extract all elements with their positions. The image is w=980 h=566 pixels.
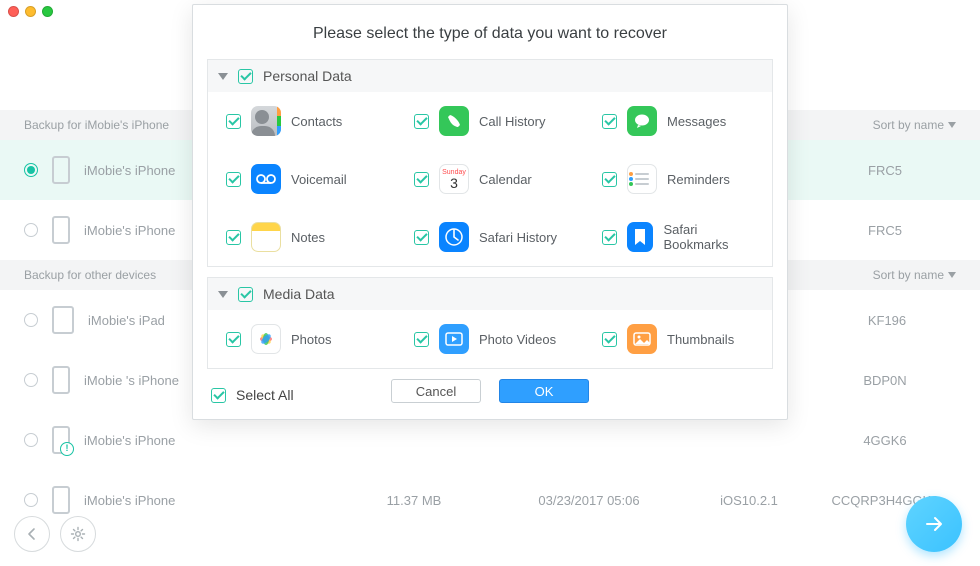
- item-photos[interactable]: Photos: [208, 310, 396, 368]
- settings-button[interactable]: [60, 516, 96, 552]
- zoom-window-button[interactable]: [42, 6, 53, 17]
- item-checkbox[interactable]: [226, 114, 241, 129]
- reminders-icon: [627, 164, 657, 194]
- next-button[interactable]: [906, 496, 962, 552]
- category-header-media[interactable]: Media Data: [208, 278, 772, 310]
- radio-button[interactable]: [24, 223, 38, 237]
- backup-serial: FRC5: [814, 163, 956, 178]
- item-label: Photos: [291, 332, 331, 347]
- item-safari-bookmarks[interactable]: Safari Bookmarks: [584, 208, 772, 266]
- item-thumbnails[interactable]: Thumbnails: [584, 310, 772, 368]
- backup-serial: KF196: [818, 313, 956, 328]
- notes-icon: [251, 222, 281, 252]
- item-label: Safari Bookmarks: [663, 222, 754, 252]
- item-checkbox[interactable]: [414, 332, 429, 347]
- item-label: Voicemail: [291, 172, 347, 187]
- item-checkbox[interactable]: [602, 114, 617, 129]
- device-icon: [52, 216, 70, 244]
- backup-size: 11.37 MB: [334, 493, 494, 508]
- item-checkbox[interactable]: [602, 332, 617, 347]
- close-window-button[interactable]: [8, 6, 19, 17]
- select-all-checkbox[interactable]: Select All: [211, 387, 294, 403]
- category-personal: Personal Data Contacts Call History Mess…: [207, 59, 773, 267]
- backup-serial: 4GGK6: [814, 433, 956, 448]
- item-checkbox[interactable]: [226, 332, 241, 347]
- data-type-select-modal: Please select the type of data you want …: [192, 4, 788, 420]
- radio-button[interactable]: [24, 493, 38, 507]
- item-label: Contacts: [291, 114, 342, 129]
- thumbnails-icon: [627, 324, 657, 354]
- item-notes[interactable]: Notes: [208, 208, 396, 266]
- messages-icon: [627, 106, 657, 136]
- sort-dropdown[interactable]: Sort by name: [873, 118, 956, 132]
- photo-videos-icon: [439, 324, 469, 354]
- radio-button[interactable]: [24, 433, 38, 447]
- item-label: Photo Videos: [479, 332, 556, 347]
- item-call-history[interactable]: Call History: [396, 92, 584, 150]
- item-reminders[interactable]: Reminders: [584, 150, 772, 208]
- cancel-button[interactable]: Cancel: [391, 379, 481, 403]
- radio-button[interactable]: [24, 163, 38, 177]
- item-label: Call History: [479, 114, 545, 129]
- category-media: Media Data Photos Photo Videos Thumbnail…: [207, 277, 773, 369]
- item-label: Calendar: [479, 172, 532, 187]
- sort-dropdown[interactable]: Sort by name: [873, 268, 956, 282]
- check-icon: [211, 388, 226, 403]
- radio-button[interactable]: [24, 313, 38, 327]
- item-label: Thumbnails: [667, 332, 734, 347]
- contacts-icon: [251, 106, 281, 136]
- phone-icon: [439, 106, 469, 136]
- item-calendar[interactable]: Sunday3 Calendar: [396, 150, 584, 208]
- modal-title: Please select the type of data you want …: [193, 5, 787, 59]
- bookmark-icon: [627, 222, 653, 252]
- radio-button[interactable]: [24, 373, 38, 387]
- backup-serial: BDP0N: [814, 373, 956, 388]
- device-icon: [52, 426, 70, 454]
- item-checkbox[interactable]: [414, 172, 429, 187]
- category-title: Media Data: [263, 286, 335, 302]
- ok-button[interactable]: OK: [499, 379, 589, 403]
- device-icon: [52, 306, 74, 334]
- category-header-personal[interactable]: Personal Data: [208, 60, 772, 92]
- item-checkbox[interactable]: [602, 172, 617, 187]
- section-title: Backup for iMobie's iPhone: [24, 118, 169, 132]
- item-checkbox[interactable]: [414, 230, 429, 245]
- select-all-label: Select All: [236, 387, 294, 403]
- device-icon: [52, 156, 70, 184]
- category-checkbox[interactable]: [238, 287, 253, 302]
- item-checkbox[interactable]: [226, 230, 241, 245]
- item-checkbox[interactable]: [226, 172, 241, 187]
- item-label: Notes: [291, 230, 325, 245]
- item-messages[interactable]: Messages: [584, 92, 772, 150]
- item-contacts[interactable]: Contacts: [208, 92, 396, 150]
- back-button[interactable]: [14, 516, 50, 552]
- item-label: Reminders: [667, 172, 730, 187]
- backup-date: 03/23/2017 05:06: [494, 493, 684, 508]
- category-title: Personal Data: [263, 68, 352, 84]
- item-label: Messages: [667, 114, 726, 129]
- calendar-icon: Sunday3: [439, 164, 469, 194]
- item-label: Safari History: [479, 230, 557, 245]
- device-icon: [52, 486, 70, 514]
- backup-row[interactable]: iMobie's iPhone 11.37 MB 03/23/2017 05:0…: [0, 470, 980, 530]
- device-icon: [52, 366, 70, 394]
- backup-serial: FRC5: [814, 223, 956, 238]
- item-photo-videos[interactable]: Photo Videos: [396, 310, 584, 368]
- voicemail-icon: [251, 164, 281, 194]
- window-traffic-lights: [8, 6, 53, 17]
- chevron-down-icon: [218, 73, 228, 80]
- category-checkbox[interactable]: [238, 69, 253, 84]
- photos-icon: [251, 324, 281, 354]
- item-safari-history[interactable]: Safari History: [396, 208, 584, 266]
- item-checkbox[interactable]: [602, 230, 617, 245]
- item-voicemail[interactable]: Voicemail: [208, 150, 396, 208]
- minimize-window-button[interactable]: [25, 6, 36, 17]
- item-checkbox[interactable]: [414, 114, 429, 129]
- backup-os: iOS10.2.1: [684, 493, 814, 508]
- section-title: Backup for other devices: [24, 268, 156, 282]
- backup-name: iMobie's iPhone: [84, 493, 334, 508]
- chevron-down-icon: [218, 291, 228, 298]
- backup-name: iMobie's iPhone: [84, 433, 334, 448]
- safari-icon: [439, 222, 469, 252]
